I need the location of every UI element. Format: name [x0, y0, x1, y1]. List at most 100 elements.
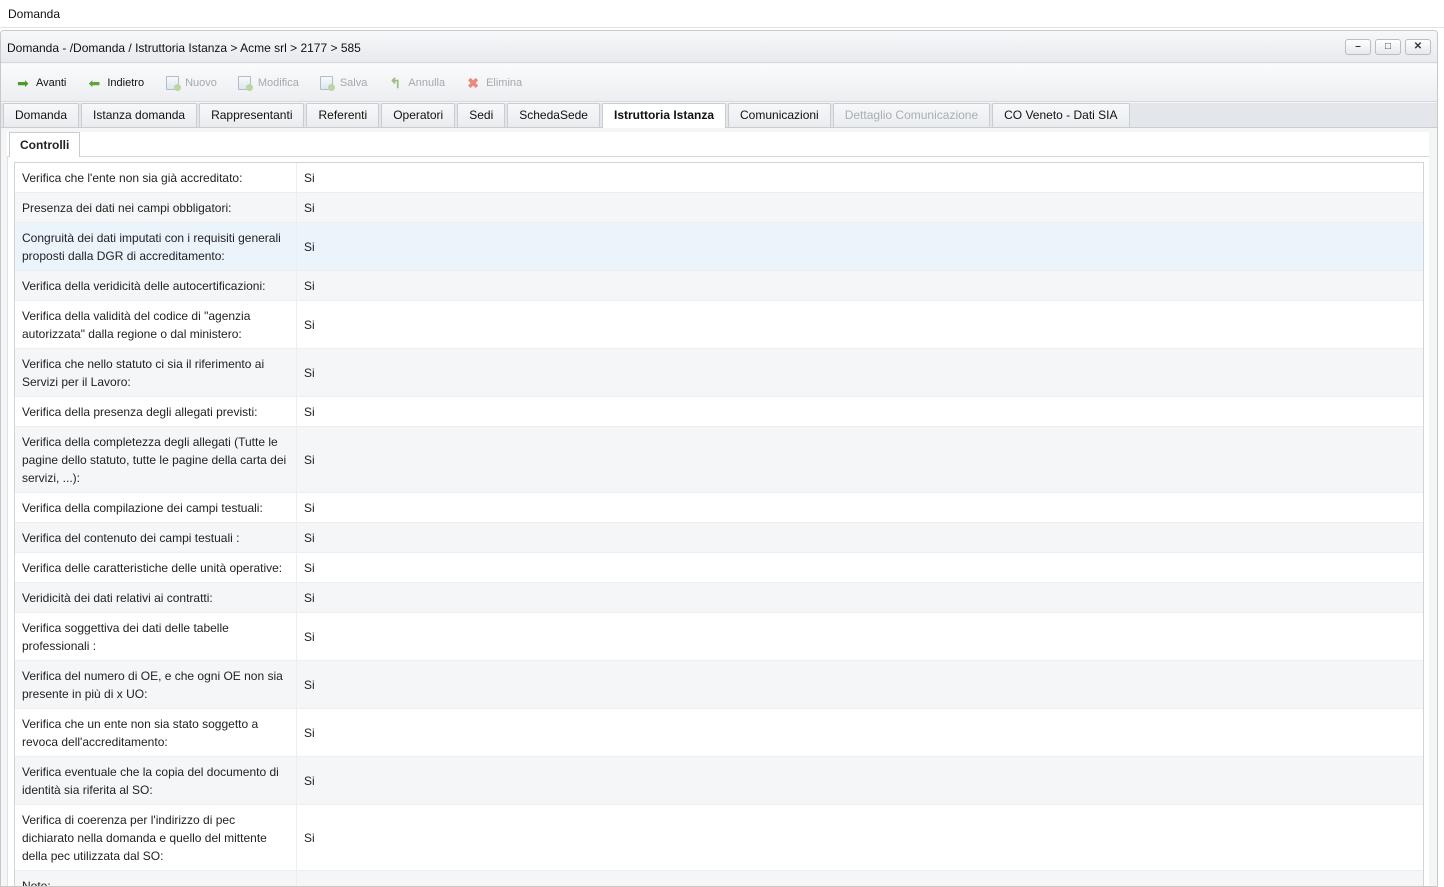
tab-controlli[interactable]: Controlli — [9, 132, 81, 158]
grid-row[interactable]: Veridicità dei dati relativi ai contratt… — [15, 583, 1423, 613]
tab-istruttoria-istanza[interactable]: Istruttoria Istanza — [601, 103, 727, 128]
elimina-label: Elimina — [486, 76, 523, 89]
modifica-button[interactable]: Modifica — [237, 75, 299, 91]
control-label: Verifica della presenza degli allegati p… — [15, 397, 297, 426]
control-value: Si — [304, 170, 315, 185]
control-value: Si — [304, 629, 315, 644]
control-value: Si — [304, 530, 315, 545]
close-button[interactable]: ✕ — [1405, 39, 1431, 55]
maximize-button[interactable]: □ — [1375, 39, 1401, 55]
app-topbar: Domanda — [0, 0, 1444, 28]
arrow-right-icon: ➡ — [17, 74, 29, 91]
control-label: Note: — [15, 871, 297, 886]
control-value: Si — [304, 239, 315, 254]
edit-document-icon — [237, 75, 254, 91]
control-value: Si — [304, 365, 315, 380]
grid-row[interactable]: Verifica della compilazione dei campi te… — [15, 493, 1423, 523]
grid-row[interactable]: Verifica che un ente non sia stato sogge… — [15, 709, 1423, 757]
tab-istanza-domanda[interactable]: Istanza domanda — [81, 103, 198, 127]
window-header[interactable]: Domanda - /Domanda / Istruttoria Istanza… — [1, 31, 1437, 63]
control-value: Si — [304, 725, 315, 740]
grid-row[interactable]: Verifica che l'ente non sia già accredit… — [15, 163, 1423, 193]
avanti-label: Avanti — [36, 76, 67, 89]
undo-icon: ↰ — [389, 74, 402, 91]
grid-row[interactable]: Presenza dei dati nei campi obbligatori:… — [15, 193, 1423, 223]
indietro-button[interactable]: ⬅ Indietro — [86, 74, 145, 91]
control-label: Verifica di coerenza per l'indirizzo di … — [15, 805, 297, 870]
control-value: Si — [304, 773, 315, 788]
controls-grid[interactable]: Verifica che l'ente non sia già accredit… — [14, 162, 1424, 886]
control-value: Si — [304, 677, 315, 692]
grid-row[interactable]: Congruità dei dati imputati con i requis… — [15, 223, 1423, 271]
control-value: Si — [304, 830, 315, 845]
control-label: Presenza dei dati nei campi obbligatori: — [15, 193, 297, 222]
window-controls: – □ ✕ — [1345, 39, 1431, 55]
grid-row[interactable]: Verifica della validità del codice di "a… — [15, 301, 1423, 349]
arrow-left-icon: ⬅ — [88, 74, 101, 91]
elimina-button[interactable]: ✖ Elimina — [465, 76, 522, 90]
control-value: Si — [304, 560, 315, 575]
control-label: Verifica della compilazione dei campi te… — [15, 493, 297, 522]
save-document-icon — [319, 75, 336, 91]
control-value: Si — [304, 278, 315, 293]
tab-sedi[interactable]: Sedi — [457, 103, 506, 127]
delete-x-icon: ✖ — [467, 74, 479, 91]
control-label: Verifica che un ente non sia stato sogge… — [15, 709, 297, 756]
tab-domanda[interactable]: Domanda — [3, 103, 80, 127]
control-label: Congruità dei dati imputati con i requis… — [15, 223, 297, 270]
grid-row[interactable]: Verifica delle caratteristiche delle uni… — [15, 553, 1423, 583]
control-label: Verifica della completezza degli allegat… — [15, 427, 297, 492]
tab-operatori[interactable]: Operatori — [381, 103, 456, 127]
controlli-panel: Verifica che l'ente non sia già accredit… — [7, 157, 1429, 886]
control-label: Verifica della veridicità delle autocert… — [15, 271, 297, 300]
grid-row[interactable]: Verifica soggettiva dei dati delle tabel… — [15, 613, 1423, 661]
grid-row[interactable]: Verifica eventuale che la copia del docu… — [15, 757, 1423, 805]
control-value: Si — [304, 590, 315, 605]
grid-row[interactable]: Verifica del numero di OE, e che ogni OE… — [15, 661, 1423, 709]
control-value: Si — [304, 404, 315, 419]
control-label: Verifica che nello statuto ci sia il rif… — [15, 349, 297, 396]
grid-row[interactable]: Note: — [15, 871, 1423, 886]
minimize-button[interactable]: – — [1345, 39, 1371, 55]
toolbar: ➡ Avanti ⬅ Indietro Nuovo Modifica Salva… — [1, 64, 1437, 102]
tab-dettaglio-comunicazione: Dettaglio Comunicazione — [832, 103, 991, 127]
nuovo-button[interactable]: Nuovo — [164, 75, 217, 91]
control-label: Verifica delle caratteristiche delle uni… — [15, 553, 297, 582]
control-label: Verifica soggettiva dei dati delle tabel… — [15, 613, 297, 660]
domanda-window: Domanda - /Domanda / Istruttoria Istanza… — [0, 30, 1438, 887]
grid-row[interactable]: Verifica di coerenza per l'indirizzo di … — [15, 805, 1423, 871]
sub-tabs: Controlli — [7, 132, 1429, 158]
main-tabs: Domanda Istanza domanda Rappresentanti R… — [1, 103, 1437, 128]
annulla-button[interactable]: ↰ Annulla — [387, 74, 446, 91]
tab-schedasede[interactable]: SchedaSede — [507, 103, 600, 127]
new-document-icon — [164, 75, 181, 91]
grid-row[interactable]: Verifica che nello statuto ci sia il rif… — [15, 349, 1423, 397]
grid-row[interactable]: Verifica del contenuto dei campi testual… — [15, 523, 1423, 553]
annulla-label: Annulla — [408, 76, 446, 89]
tab-referenti[interactable]: Referenti — [306, 103, 380, 127]
grid-row[interactable]: Verifica della veridicità delle autocert… — [15, 271, 1423, 301]
control-value: Si — [304, 500, 315, 515]
indietro-label: Indietro — [107, 76, 145, 89]
control-value: Si — [304, 200, 315, 215]
app-title: Domanda — [8, 7, 61, 21]
control-value: Si — [304, 452, 315, 467]
tab-comunicazioni[interactable]: Comunicazioni — [728, 103, 831, 127]
control-label: Verifica che l'ente non sia già accredit… — [15, 163, 297, 192]
salva-label: Salva — [339, 76, 368, 89]
control-value — [297, 871, 304, 886]
salva-button[interactable]: Salva — [319, 75, 368, 91]
avanti-button[interactable]: ➡ Avanti — [15, 76, 66, 90]
control-label: Veridicità dei dati relativi ai contratt… — [15, 583, 297, 612]
tab-co-veneto-dati-sia[interactable]: CO Veneto - Dati SIA — [992, 103, 1130, 127]
modifica-label: Modifica — [257, 76, 299, 89]
control-value: Si — [304, 317, 315, 332]
control-label: Verifica della validità del codice di "a… — [15, 301, 297, 348]
window-title: Domanda - /Domanda / Istruttoria Istanza… — [7, 41, 361, 55]
control-label: Verifica del contenuto dei campi testual… — [15, 523, 297, 552]
control-label: Verifica eventuale che la copia del docu… — [15, 757, 297, 804]
control-label: Verifica del numero di OE, e che ogni OE… — [15, 661, 297, 708]
tab-rappresentanti[interactable]: Rappresentanti — [199, 103, 305, 127]
grid-row[interactable]: Verifica della presenza degli allegati p… — [15, 397, 1423, 427]
grid-row[interactable]: Verifica della completezza degli allegat… — [15, 427, 1423, 493]
